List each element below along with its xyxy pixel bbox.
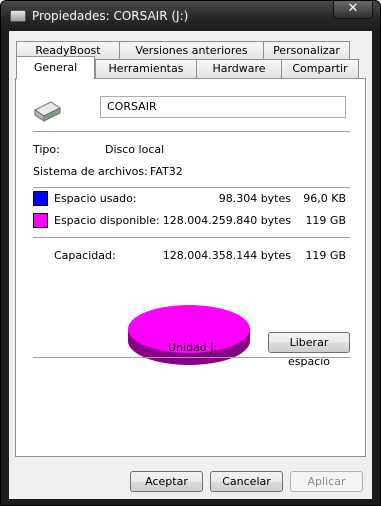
general-tab-panel: CORSAIR Tipo: Disco local Sistema de arc… xyxy=(15,78,366,457)
disk-usage-pie xyxy=(128,305,250,365)
type-value: Disco local xyxy=(105,143,165,156)
free-space-bytes: 128.004.259.840 bytes xyxy=(162,214,291,227)
free-space-swatch xyxy=(33,213,48,228)
window-title: Propiedades: CORSAIR (J:) xyxy=(32,9,189,23)
capacity-bytes: 128.004.358.144 bytes xyxy=(162,249,291,262)
apply-button[interactable]: Aplicar xyxy=(290,471,363,492)
tab-personalizar[interactable]: Personalizar xyxy=(263,41,350,60)
free-space-size: 119 GB xyxy=(305,214,346,227)
separator xyxy=(33,131,350,132)
used-space-swatch xyxy=(33,191,48,206)
cancel-button[interactable]: Cancelar xyxy=(210,471,283,492)
separator xyxy=(33,357,350,358)
capacity-label: Capacidad: xyxy=(54,249,116,262)
filesystem-label: Sistema de archivos: xyxy=(33,165,148,178)
separator xyxy=(33,237,350,238)
usb-drive-icon xyxy=(34,101,61,122)
tab-herramientas[interactable]: Herramientas xyxy=(95,59,197,78)
close-button[interactable]: ✕ xyxy=(333,1,373,19)
filesystem-value: FAT32 xyxy=(150,165,183,178)
used-space-bytes: 98.304 bytes xyxy=(218,192,291,205)
tab-compartir[interactable]: Compartir xyxy=(281,59,359,78)
dialog-client-area: ReadyBoost Versiones anteriores Personal… xyxy=(9,31,372,499)
ok-button[interactable]: Aceptar xyxy=(130,471,203,492)
drive-letter-label: Unidad J: xyxy=(168,341,218,354)
tab-hardware[interactable]: Hardware xyxy=(196,59,282,78)
title-bar[interactable]: Propiedades: CORSAIR (J:) ✕ xyxy=(1,1,380,31)
separator xyxy=(33,187,350,188)
used-space-size: 96,0 KB xyxy=(303,192,346,205)
tab-versiones-anteriores[interactable]: Versiones anteriores xyxy=(119,41,264,60)
drive-title-icon xyxy=(10,10,26,22)
properties-window: Propiedades: CORSAIR (J:) ✕ ReadyBoost V… xyxy=(0,0,381,506)
disk-cleanup-button[interactable]: Liberar espacio xyxy=(268,332,350,368)
type-label: Tipo: xyxy=(33,143,60,156)
volume-name-input[interactable]: CORSAIR xyxy=(100,96,346,118)
used-space-label: Espacio usado: xyxy=(54,192,137,205)
tab-general[interactable]: General xyxy=(16,56,95,79)
capacity-size: 119 GB xyxy=(305,249,346,262)
